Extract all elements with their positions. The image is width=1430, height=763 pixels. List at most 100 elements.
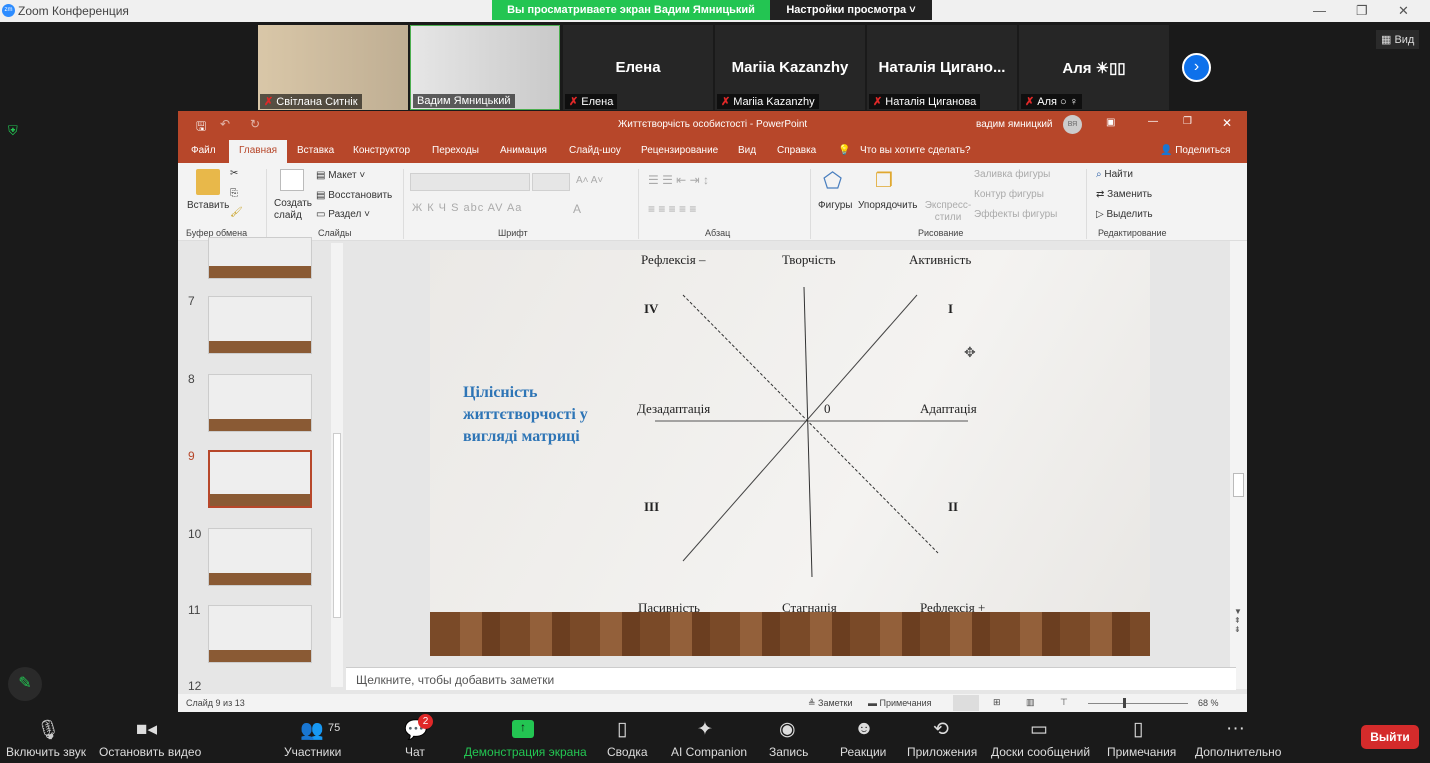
slide-canvas[interactable]: Цілісність життєтворчості у вигляді матр… [430,250,1150,656]
tab-help[interactable]: Справка [777,145,816,156]
slide-thumbnail[interactable] [208,605,312,663]
format-painter-icon[interactable]: 🖌 [230,207,243,218]
notes-input[interactable]: Щелкните, чтобы добавить заметки [346,667,1236,690]
share-screen-button[interactable]: Демонстрация экрана [464,745,587,759]
ai-companion-icon[interactable]: ✦ [697,718,713,741]
paste-icon[interactable] [196,169,220,195]
cut-icon[interactable]: ✂ [230,168,238,179]
tab-insert[interactable]: Вставка [297,145,334,156]
minimize-icon[interactable]: — [1148,116,1158,127]
apps-button[interactable]: Приложения [907,745,977,759]
arrange-icon[interactable]: ❐ [875,168,893,193]
restore-icon[interactable]: ❐ [1183,116,1192,127]
notes-button[interactable]: ≜ Заметки [808,698,852,709]
summary-icon[interactable]: ▯ [617,718,627,741]
slide-sorter-button[interactable]: ⊞ [993,697,1001,708]
video-tile[interactable]: Елена ✗ Елена [563,25,713,110]
tab-animations[interactable]: Анимация [500,145,547,156]
shape-effects-button[interactable]: Эффекты фигуры [974,209,1057,220]
slideshow-button[interactable]: ⊤ [1060,697,1068,708]
video-tile[interactable]: Аля ☀▯▯ ✗ Аля ○ ♀ [1019,25,1169,110]
slide-thumbnail[interactable] [208,374,312,432]
comments-button[interactable]: ▬ Примечания [868,698,931,708]
participants-icon[interactable]: 👥 [300,718,324,742]
shape-outline-button[interactable]: Контур фигуры [974,189,1044,200]
tab-view[interactable]: Вид [738,145,756,156]
replace-button[interactable]: ⇄ Заменить [1096,189,1152,200]
video-tile[interactable]: Наталія Цигано... ✗ Наталія Циганова [867,25,1017,110]
slide-thumbnail[interactable] [208,528,312,586]
tab-design[interactable]: Конструктор [353,145,410,156]
share-button[interactable]: 👤 Поделиться [1160,145,1230,156]
layout-button[interactable]: ▤ Макет ˅ [316,170,365,181]
arrange-button[interactable]: Упорядочить [858,200,918,211]
unmute-button[interactable]: Включить звук [6,745,86,759]
new-slide-icon[interactable] [280,169,304,191]
reactions-icon[interactable]: ☻ [854,718,874,740]
list-buttons[interactable]: ☰ ☰ ⇤ ⇥ ↕ [648,173,709,187]
new-slide-button[interactable]: Создать слайд [274,198,314,222]
video-tile[interactable]: Mariia Kazanzhy ✗ Mariia Kazanzhy [715,25,865,110]
tab-slideshow[interactable]: Слайд-шоу [569,145,621,156]
undo-icon[interactable]: ↶ [220,117,230,131]
font-name-select[interactable] [410,173,530,191]
tab-review[interactable]: Рецензирование [641,145,718,156]
minimize-icon[interactable]: — [1313,3,1326,18]
record-icon[interactable]: ◉ [779,718,796,741]
copy-icon[interactable]: ⎘ [230,188,238,199]
close-icon[interactable]: ✕ [1398,3,1409,19]
annotate-icon[interactable]: ✎ [8,667,42,701]
avatar[interactable]: ВЯ [1063,115,1082,134]
more-icon[interactable]: ··· [1226,718,1245,740]
apps-icon[interactable]: ⟲ [933,718,949,741]
font-size-select[interactable] [532,173,570,191]
shapes-button[interactable]: Фигуры [818,200,852,211]
notes-button[interactable]: Примечания [1107,745,1176,759]
notes-icon[interactable]: ▯ [1133,718,1143,741]
thumbnail-scrollbar[interactable] [331,243,343,687]
tab-home[interactable]: Главная [229,140,288,163]
tab-transitions[interactable]: Переходы [432,145,479,156]
summary-button[interactable]: Сводка [607,745,648,759]
quick-styles-button[interactable]: Экспресс-стили [923,200,973,224]
restore-icon[interactable]: ❐ [1356,3,1368,19]
close-icon[interactable]: ✕ [1222,116,1232,130]
reading-view-button[interactable]: ▥ [1026,697,1035,708]
share-screen-icon[interactable]: ↑ [512,720,534,738]
ribbon-display-icon[interactable]: ▣ [1106,117,1115,128]
next-page-button[interactable]: › [1182,53,1211,82]
video-tile[interactable]: Вадим Ямницький [410,25,560,110]
more-button[interactable]: Дополнительно [1195,745,1281,759]
normal-view-button[interactable] [953,695,979,711]
shape-fill-button[interactable]: Заливка фигуры [974,169,1050,180]
font-color-icon[interactable]: A [573,202,581,216]
record-button[interactable]: Запись [769,745,808,759]
whiteboards-icon[interactable]: ▭ [1030,718,1048,741]
select-button[interactable]: ▷ Выделить [1096,209,1153,220]
slide-scrollbar[interactable]: ▼ ⇞ ⇟ [1230,241,1247,689]
slide-thumbnail[interactable] [208,296,312,354]
redo-icon[interactable]: ↻ [250,117,260,131]
paste-button[interactable]: Вставить [187,200,229,211]
stop-video-button[interactable]: Остановить видео [99,745,201,759]
find-button[interactable]: ⌕ Найти [1096,169,1133,180]
reactions-button[interactable]: Реакции [840,745,886,759]
video-icon[interactable]: ■◂ [136,718,157,741]
shapes-icon[interactable]: ⬠ [823,168,842,194]
participants-button[interactable]: Участники [284,745,341,759]
tell-me-search[interactable]: Что вы хотите сделать? [860,145,971,156]
save-icon[interactable]: 🖫 [196,117,206,138]
slide-thumbnail[interactable] [208,237,312,279]
reset-button[interactable]: ▤ Восстановить [316,190,392,201]
align-buttons[interactable]: ≡ ≡ ≡ ≡ ≡ [648,202,696,216]
zoom-slider-thumb[interactable] [1123,698,1126,708]
zoom-slider[interactable] [1088,703,1188,704]
video-tile[interactable]: ✗ Світлана Ситнік [258,25,408,110]
font-grow-shrink-icon[interactable]: A˄ A˅ [576,175,603,186]
ai-companion-button[interactable]: AI Companion [671,745,747,759]
tab-file[interactable]: Файл [191,145,216,156]
section-button[interactable]: ▭ Раздел ˅ [316,209,370,220]
whiteboards-button[interactable]: Доски сообщений [991,745,1090,759]
leave-button[interactable]: Выйти [1361,725,1419,749]
mic-muted-icon[interactable]: 🎙 [36,718,60,742]
